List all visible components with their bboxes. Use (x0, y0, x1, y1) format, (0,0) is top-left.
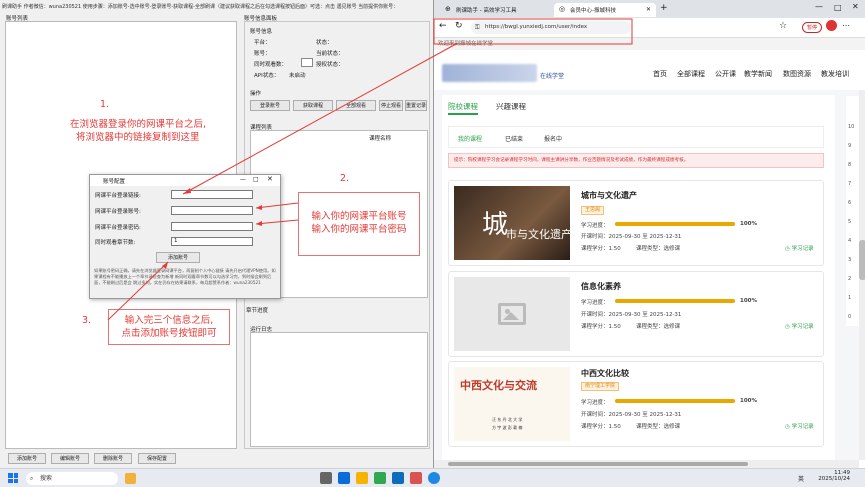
widget-icon[interactable] (125, 473, 136, 484)
arrow-account (255, 202, 299, 209)
arrow-url (182, 43, 457, 195)
edge-icon[interactable] (338, 472, 350, 484)
browser-app-icon[interactable] (428, 472, 440, 484)
helper-app-icon[interactable] (410, 472, 422, 484)
arrowhead-url (183, 188, 191, 194)
search-icon: ⌕ (30, 475, 34, 482)
taskbar-apps (320, 472, 440, 484)
arrow-password (255, 219, 299, 225)
arrow-add (107, 261, 169, 321)
explorer-icon[interactable] (356, 472, 368, 484)
clock[interactable]: 11:49 2025/10/24 (812, 470, 850, 482)
annotation-arrows (107, 18, 633, 321)
lang-indicator[interactable]: 英 (798, 474, 804, 483)
start-icon[interactable] (8, 473, 18, 483)
taskbar: ⌕ 搜索 英 11:49 2025/10/24 (0, 468, 865, 487)
arrowhead-add (162, 262, 168, 269)
app-icon[interactable] (374, 472, 386, 484)
taskbar-search-label: 搜索 (40, 475, 53, 482)
taskbar-search[interactable]: ⌕ 搜索 (26, 472, 118, 485)
clock-date: 2025/10/24 (818, 476, 850, 482)
store-icon[interactable] (392, 472, 404, 484)
taskview-icon[interactable] (320, 472, 332, 484)
url-highlight-box (433, 18, 633, 45)
